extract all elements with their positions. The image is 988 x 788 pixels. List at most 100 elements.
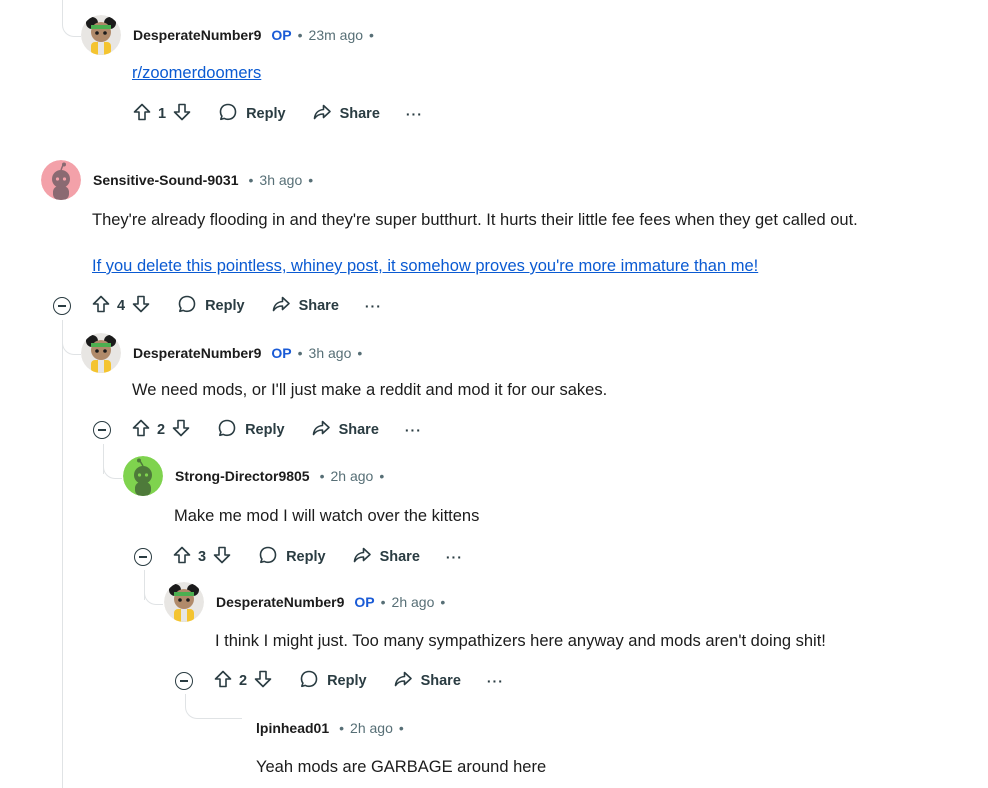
author-name[interactable]: DesperateNumber9 [216, 594, 344, 610]
timestamp[interactable]: 3h ago [309, 345, 352, 361]
vote-score: 4 [117, 298, 126, 314]
reply-button[interactable]: Reply [258, 545, 326, 569]
timestamp[interactable]: 2h ago [331, 468, 374, 484]
more-options-icon[interactable]: ··· [446, 549, 463, 565]
separator-dot: • [398, 720, 404, 736]
op-badge: OP [271, 27, 292, 43]
comment-body: Yeah mods are GARBAGE around here [256, 758, 547, 776]
upvote-icon[interactable] [213, 669, 233, 693]
separator-dot: • [248, 172, 254, 188]
avatar[interactable] [123, 456, 163, 496]
separator-dot: • [339, 720, 345, 736]
collapse-icon[interactable] [93, 421, 111, 439]
downvote-icon[interactable] [253, 669, 273, 693]
more-options-icon[interactable]: ··· [487, 673, 504, 689]
thread-elbow [103, 444, 122, 479]
comment-link[interactable]: If you delete this pointless, whiney pos… [92, 257, 758, 276]
reply-label: Reply [245, 422, 285, 438]
thread-elbow [185, 694, 242, 719]
author-name[interactable]: Sensitive-Sound-9031 [93, 172, 239, 188]
comment-header: DesperateNumber9 OP • 2h ago • [164, 582, 451, 622]
reply-button[interactable]: Reply [299, 669, 367, 693]
timestamp[interactable]: 2h ago [350, 720, 393, 736]
reply-label: Reply [286, 549, 326, 565]
separator-dot: • [379, 468, 385, 484]
comment-body: They're already flooding in and they're … [92, 211, 858, 229]
comment-actions: 1 Reply Share ··· [132, 98, 423, 130]
avatar[interactable] [164, 582, 204, 622]
thread-elbow [62, 0, 81, 37]
collapse-icon[interactable] [175, 672, 193, 690]
reply-icon [218, 102, 246, 126]
vote-group: 2 [213, 669, 273, 693]
comment-body: I think I might just. Too many sympathiz… [215, 632, 826, 650]
upvote-icon[interactable] [132, 102, 152, 126]
reply-label: Reply [205, 298, 245, 314]
separator-dot: • [308, 172, 314, 188]
collapse-icon[interactable] [134, 548, 152, 566]
op-badge: OP [354, 594, 375, 610]
more-options-icon[interactable]: ··· [406, 106, 423, 122]
separator-dot: • [357, 345, 363, 361]
share-button[interactable]: Share [271, 294, 339, 318]
comment-thread: DesperateNumber9 OP • 23m ago • r/zoomer… [0, 0, 988, 788]
vote-group: 3 [172, 545, 232, 569]
reply-button[interactable]: Reply [218, 102, 286, 126]
comment-actions: 4 Reply Share ··· [53, 290, 382, 322]
upvote-icon[interactable] [91, 294, 111, 318]
subreddit-link[interactable]: r/zoomerdoomers [132, 64, 261, 83]
share-label: Share [420, 673, 461, 689]
thread-elbow [144, 570, 163, 605]
separator-dot: • [319, 468, 325, 484]
separator-dot: • [297, 27, 303, 43]
share-button[interactable]: Share [312, 102, 380, 126]
thread-line[interactable] [62, 320, 63, 788]
comment-actions: 2 Reply Share ··· [93, 414, 422, 446]
collapse-icon[interactable] [53, 297, 71, 315]
comment-body: Make me mod I will watch over the kitten… [174, 507, 480, 525]
author-name[interactable]: DesperateNumber9 [133, 345, 261, 361]
reply-icon [217, 418, 245, 442]
share-icon [271, 294, 299, 318]
downvote-icon[interactable] [131, 294, 151, 318]
reply-icon [299, 669, 327, 693]
downvote-icon[interactable] [212, 545, 232, 569]
vote-group: 4 [91, 294, 151, 318]
vote-score: 3 [198, 549, 207, 565]
reply-button[interactable]: Reply [217, 418, 285, 442]
downvote-icon[interactable] [172, 102, 192, 126]
share-label: Share [339, 106, 380, 122]
share-label: Share [298, 298, 339, 314]
avatar[interactable] [41, 160, 81, 200]
reply-icon [177, 294, 205, 318]
avatar[interactable] [81, 333, 121, 373]
timestamp[interactable]: 2h ago [392, 594, 435, 610]
share-button[interactable]: Share [311, 418, 379, 442]
timestamp[interactable]: 3h ago [259, 172, 302, 188]
comment-header: Strong-Director9805 • 2h ago • [123, 456, 390, 496]
comment-header: lpinhead01 • 2h ago • [256, 708, 410, 748]
more-options-icon[interactable]: ··· [365, 298, 382, 314]
thread-elbow [62, 320, 81, 355]
separator-dot: • [297, 345, 303, 361]
share-label: Share [338, 422, 379, 438]
author-name[interactable]: DesperateNumber9 [133, 27, 261, 43]
upvote-icon[interactable] [172, 545, 192, 569]
reply-button[interactable]: Reply [177, 294, 245, 318]
avatar[interactable] [81, 15, 121, 55]
vote-score: 2 [239, 673, 248, 689]
comment-body: We need mods, or I'll just make a reddit… [132, 381, 608, 399]
upvote-icon[interactable] [131, 418, 151, 442]
more-options-icon[interactable]: ··· [405, 422, 422, 438]
author-name[interactable]: Strong-Director9805 [175, 468, 310, 484]
share-button[interactable]: Share [352, 545, 420, 569]
share-button[interactable]: Share [393, 669, 461, 693]
downvote-icon[interactable] [171, 418, 191, 442]
vote-score: 2 [157, 422, 166, 438]
author-name[interactable]: lpinhead01 [256, 720, 329, 736]
share-icon [311, 418, 339, 442]
reply-label: Reply [246, 106, 286, 122]
timestamp[interactable]: 23m ago [309, 27, 363, 43]
comment-actions: 2 Reply Share ··· [175, 665, 504, 697]
vote-group: 1 [132, 102, 192, 126]
